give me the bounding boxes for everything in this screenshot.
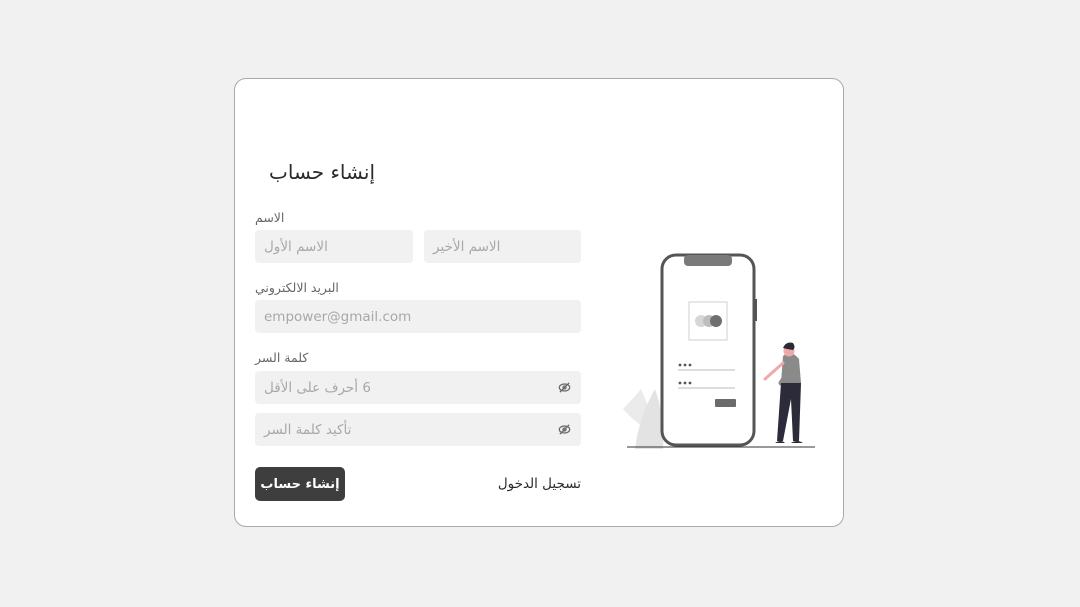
last-name-placeholder: الاسم الأخير — [433, 238, 501, 255]
phone-signup-illustration — [623, 253, 815, 449]
eye-slash-icon[interactable] — [558, 381, 571, 394]
password-input[interactable]: 6 أحرف على الأقل — [255, 371, 581, 404]
first-name-input[interactable]: الاسم الأول — [255, 230, 413, 263]
page-title: إنشاء حساب — [269, 160, 375, 184]
first-name-placeholder: الاسم الأول — [264, 238, 328, 255]
password-placeholder: 6 أحرف على الأقل — [264, 379, 371, 396]
name-label: الاسم — [255, 210, 285, 225]
create-account-button[interactable]: إنشاء حساب — [255, 467, 345, 501]
login-link[interactable]: تسجيل الدخول — [491, 476, 581, 492]
confirm-password-placeholder: تأكيد كلمة السر — [264, 421, 352, 438]
confirm-password-input[interactable]: تأكيد كلمة السر — [255, 413, 581, 446]
email-label: البريد الالكتروني — [255, 280, 339, 295]
eye-slash-icon[interactable] — [558, 423, 571, 436]
signup-card: إنشاء حساب الاسم الاسم الأول الاسم الأخي… — [234, 78, 844, 527]
email-input[interactable]: empower@gmail.com — [255, 300, 581, 333]
password-label: كلمة السر — [255, 350, 309, 365]
email-placeholder: empower@gmail.com — [264, 308, 412, 325]
last-name-input[interactable]: الاسم الأخير — [424, 230, 581, 263]
